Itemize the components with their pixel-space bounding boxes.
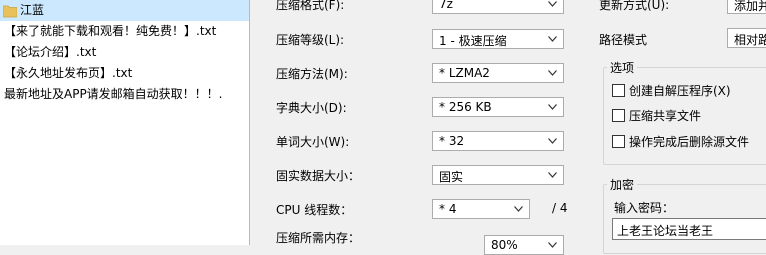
solid-label: 固实数据大小：: [276, 169, 361, 183]
word-value: * 32: [439, 134, 465, 148]
solid-select[interactable]: 固实: [432, 165, 564, 185]
file-name: 江蓝: [20, 3, 45, 17]
file-name: 【论坛介绍】.txt: [4, 45, 97, 59]
update-value: 添加并: [734, 0, 766, 13]
chevron-down-icon: [514, 206, 523, 212]
memory-label: 压缩所需内存：: [276, 231, 361, 245]
shared-label: 压缩共享文件: [629, 109, 702, 123]
file-name: 【永久地址发布页】.txt: [4, 66, 133, 80]
password-value: 上老王论坛当老王: [617, 224, 714, 238]
dict-select[interactable]: * 256 KB: [432, 97, 564, 117]
cpu-label: CPU 线程数：: [276, 203, 353, 217]
chevron-down-icon: [548, 1, 557, 7]
format-label: 压缩格式(F):: [276, 0, 345, 12]
delete-checkbox[interactable]: [612, 135, 625, 148]
level-label: 压缩等级(L):: [276, 33, 345, 47]
path-select[interactable]: 相对路: [727, 28, 766, 48]
shared-checkbox[interactable]: [612, 109, 625, 122]
format-select[interactable]: 7z: [432, 0, 564, 14]
options-group-title: 选项: [607, 59, 638, 76]
chevron-down-icon: [548, 36, 557, 42]
dict-label: 字典大小(D):: [276, 101, 347, 115]
file-name: 【来了就能下载和观看！纯免费！】.txt: [4, 24, 217, 38]
level-select[interactable]: 1 - 极速压缩: [432, 29, 564, 49]
memory-value: 80%: [491, 238, 518, 252]
password-label: 输入密码：: [614, 201, 675, 215]
method-value: * LZMA2: [439, 66, 490, 80]
method-select[interactable]: * LZMA2: [432, 63, 564, 83]
dict-value: * 256 KB: [439, 100, 492, 114]
chevron-down-icon: [548, 242, 557, 248]
cpu-select[interactable]: * 4: [432, 199, 530, 219]
encrypt-group-title: 加密: [607, 176, 638, 193]
path-value: 相对路: [734, 33, 766, 47]
level-value: 1 - 极速压缩: [439, 34, 507, 48]
cpu-value: * 4: [439, 202, 457, 216]
file-list-item[interactable]: 江蓝: [0, 0, 249, 21]
word-label: 单词大小(W):: [276, 135, 350, 149]
file-name: 最新地址及APP请发邮箱自动获取！！！.: [4, 87, 223, 101]
folder-icon: [3, 5, 17, 18]
sfx-label: 创建自解压程序(X): [629, 84, 731, 98]
file-list[interactable]: 江蓝 【来了就能下载和观看！纯免费！】.txt 【论坛介绍】.txt 【永久地址…: [0, 0, 250, 245]
file-list-item[interactable]: 【永久地址发布页】.txt: [0, 63, 249, 84]
cpu-total: / 4: [552, 201, 568, 215]
method-label: 压缩方法(M):: [276, 67, 348, 81]
memory-select[interactable]: 80%: [484, 235, 564, 255]
update-label: 更新方式(U):: [599, 0, 670, 12]
file-list-item[interactable]: 最新地址及APP请发邮箱自动获取！！！.: [0, 84, 249, 105]
delete-label: 操作完成后删除源文件: [629, 135, 750, 149]
format-value: 7z: [439, 0, 453, 11]
chevron-down-icon: [548, 172, 557, 178]
file-list-item[interactable]: 【论坛介绍】.txt: [0, 42, 249, 63]
chevron-down-icon: [548, 70, 557, 76]
word-select[interactable]: * 32: [432, 131, 564, 151]
path-label: 路径模式: [599, 33, 648, 47]
update-select[interactable]: 添加并: [727, 0, 766, 14]
sfx-checkbox[interactable]: [612, 84, 625, 97]
chevron-down-icon: [548, 138, 557, 144]
chevron-down-icon: [548, 104, 557, 110]
password-input[interactable]: 上老王论坛当老王: [612, 218, 766, 240]
solid-value: 固实: [439, 170, 464, 184]
file-list-item[interactable]: 【来了就能下载和观看！纯免费！】.txt: [0, 21, 249, 42]
